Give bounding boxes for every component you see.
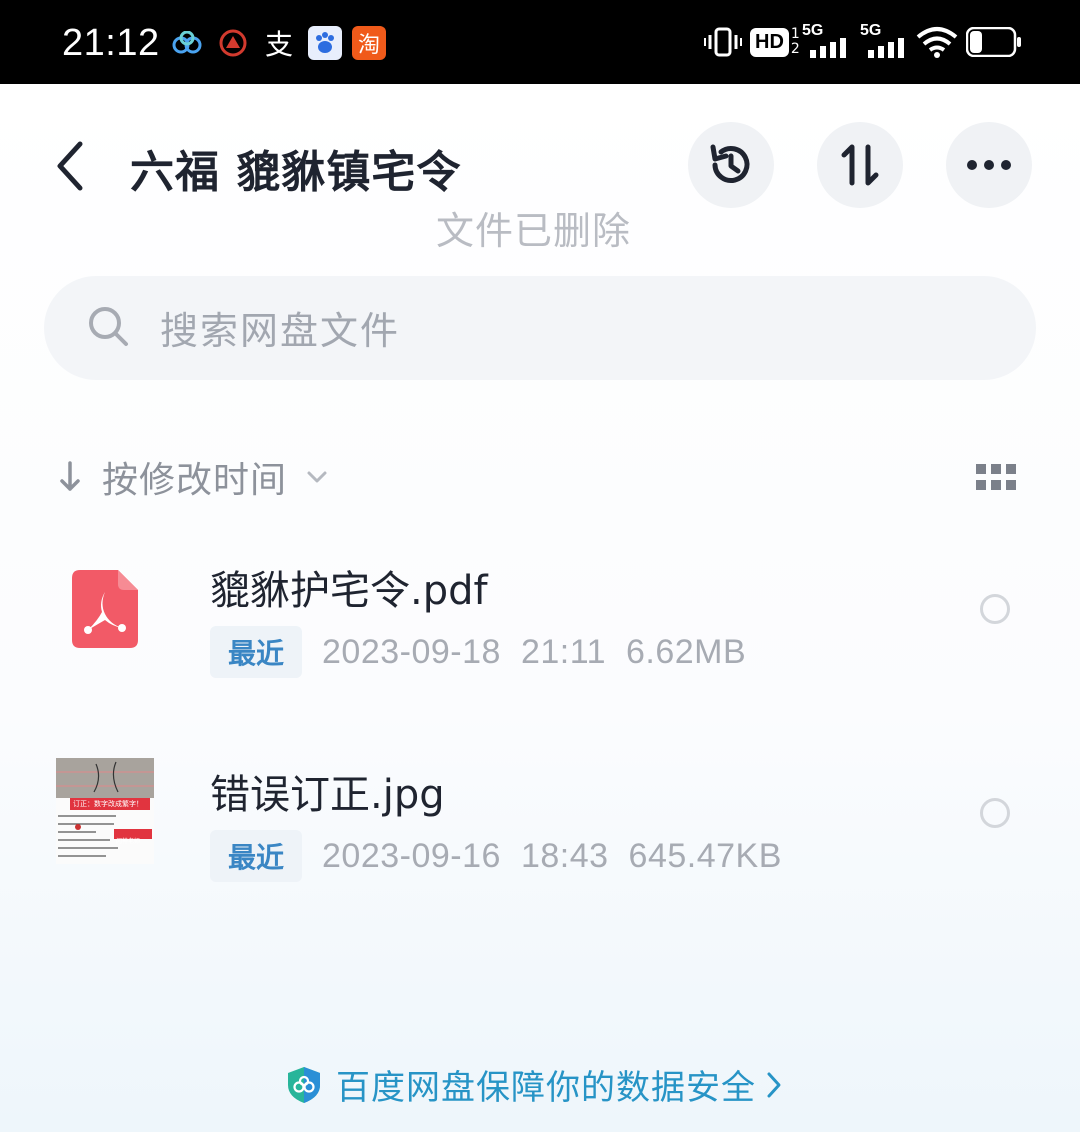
arrow-down-icon [60,461,80,491]
pdf-file-icon [72,570,138,652]
status-bar: 21:12 支 淘 HD 12 5G 5G [0,0,1080,84]
baidu-netdisk-icon [170,26,204,60]
sort-label: 按修改时间 [102,460,288,501]
file-row[interactable]: 貔貅护宅令.pdf 最近 2023-09-18 21:11 6.62MB [0,534,1080,684]
select-checkbox[interactable] [980,594,1010,624]
signal-sim2-icon: 5G [860,22,910,62]
battery-icon [966,22,1022,62]
more-button[interactable] [946,122,1032,208]
file-row[interactable]: 订正：数字改成繁字！ 闪神老师 错误订正.jpg 最近 2023-09-16 1… [0,738,1080,888]
chevron-left-icon [57,141,83,191]
file-meta: 最近 2023-09-16 18:43 645.47KB [210,830,782,882]
search-icon [86,304,130,352]
sort-selector[interactable]: 按修改时间 [56,452,329,502]
file-date: 2023-09-16 [322,836,501,875]
search-bar[interactable]: 搜索网盘文件 [44,276,1036,380]
grid-icon [976,464,1016,490]
file-time: 21:11 [520,632,606,671]
recent-badge: 最近 [210,830,303,882]
sort-order-button[interactable] [817,122,903,208]
security-banner[interactable]: 百度网盘保障你的数据安全 [286,1060,784,1109]
toast-message: 文件已删除 [436,209,632,253]
file-name: 貔貅护宅令.pdf [210,568,488,614]
signal-sim1-icon: 5G [802,22,852,62]
file-size: 6.62MB [626,632,747,671]
taobao-icon: 淘 [352,26,386,60]
file-date: 2023-09-18 [322,632,501,671]
shield-icon [288,1066,320,1103]
file-size: 645.47KB [628,836,782,875]
alipay-icon: 支 [264,28,293,61]
file-name: 错误订正.jpg [210,772,445,818]
page-title: 六福 貔貅镇宅令 [130,147,462,198]
recent-badge: 最近 [210,626,303,678]
vibrate-icon [704,22,742,62]
chevron-right-icon [767,1072,781,1097]
history-icon [710,144,750,183]
status-time: 21:12 [62,22,160,64]
more-dots-icon [967,160,1011,170]
security-text: 百度网盘保障你的数据安全 [336,1068,756,1108]
chevron-down-icon [307,471,327,483]
hd-volte-icon: HD 12 [750,22,800,62]
bank-icon [216,26,250,60]
search-input[interactable]: 搜索网盘文件 [160,300,400,355]
select-checkbox[interactable] [980,798,1010,828]
file-meta: 最近 2023-09-18 21:11 6.62MB [210,626,746,678]
history-button[interactable] [688,122,774,208]
main-content: 六福 貔貅镇宅令 文件已删除 搜索网盘文件 按修改时间 貔貅护宅令.pdf 最近… [0,84,1080,1132]
image-thumbnail: 订正：数字改成繁字！ 闪神老师 [56,758,154,864]
sort-arrows-icon [841,144,879,186]
wifi-icon [916,22,958,62]
grid-view-button[interactable] [976,464,1016,490]
back-button[interactable] [50,138,90,194]
file-time: 18:43 [520,836,609,875]
baidu-icon [308,26,342,60]
